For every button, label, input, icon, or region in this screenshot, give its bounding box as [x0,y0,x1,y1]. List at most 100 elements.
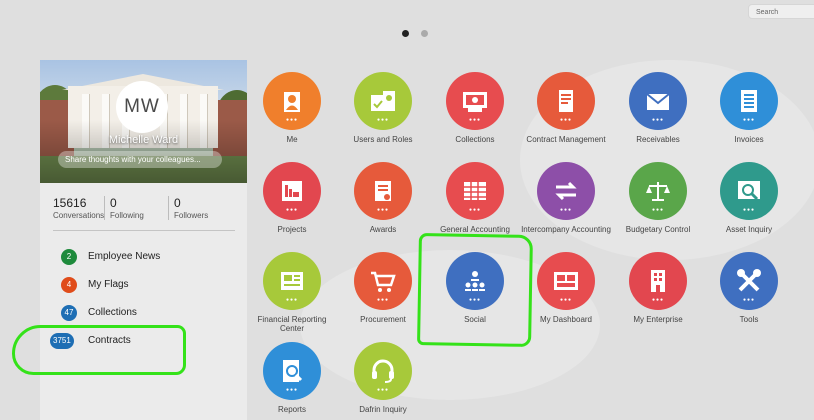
app-label: Users and Roles [353,135,413,144]
app-general-accounting-circle[interactable]: ●●● [446,162,504,220]
app-label: Awards [369,225,397,234]
page-indicator [402,30,428,37]
invoice-icon [741,90,757,112]
app-label: Asset Inquiry [725,225,773,234]
contract-icon [559,90,573,112]
app-users-and-roles[interactable]: ●●● Users and Roles [338,72,428,144]
profile-name[interactable]: Michelle Ward [40,134,247,146]
menu-item-label: Collections [88,307,137,318]
menu-item-label: Employee News [88,251,161,262]
app-me[interactable]: ●●● Me [247,72,337,144]
app-budgetary-circle[interactable]: ●●● [629,162,687,220]
app-intercompany-circle[interactable]: ●●● [537,162,595,220]
award-icon [375,181,391,201]
app-awards[interactable]: ●●● Awards [338,162,428,234]
more-dots-icon: ●●● [468,207,482,213]
app-collections-circle[interactable]: ●●● [446,72,504,130]
report-center-icon [281,272,303,290]
more-dots-icon: ●●● [651,207,665,213]
app-my-dashboard-circle[interactable]: ●●● [537,252,595,310]
highlight-annotation-social [417,233,533,347]
stat-label: Conversations [53,211,105,220]
app-label: Procurement [360,315,406,324]
app-asset-inquiry[interactable]: ●●● Asset Inquiry [704,162,794,234]
more-dots-icon: ●●● [742,207,756,213]
stat-conversations[interactable]: 15616 Conversations [40,196,104,220]
avatar[interactable]: MW [116,81,168,133]
stat-label: Following [110,211,144,220]
more-dots-icon: ●●● [559,117,573,123]
more-dots-icon: ●●● [376,387,390,393]
app-receivables[interactable]: ●●● Receivables [613,72,703,144]
app-users-roles-circle[interactable]: ●●● [354,72,412,130]
app-financial-reporting-center[interactable]: ●●● Financial Reporting Center [247,252,337,333]
menu-item-employee-news[interactable]: 2 Employee News [40,249,247,277]
more-dots-icon: ●●● [651,297,665,303]
app-contract-management[interactable]: ●●● Contract Management [521,72,611,144]
app-label: Invoices [734,135,764,144]
app-my-dashboard[interactable]: ●●● My Dashboard [521,252,611,324]
app-projects-circle[interactable]: ●●● [263,162,321,220]
app-asset-inquiry-circle[interactable]: ●●● [720,162,778,220]
app-label: Tools [739,315,759,324]
app-intercompany-accounting[interactable]: ●●● Intercompany Accounting [521,162,611,234]
app-contract-circle[interactable]: ●●● [537,72,595,130]
tools-icon [737,269,761,292]
divider [53,230,235,231]
app-reports-circle[interactable]: ●●● [263,342,321,400]
stat-following[interactable]: 0 Following [104,196,168,220]
app-dafrin-inquiry-circle[interactable]: ●●● [354,342,412,400]
enterprise-icon [651,270,665,292]
more-dots-icon: ●●● [742,297,756,303]
app-label: My Dashboard [539,315,593,324]
app-reports[interactable]: ●●● Reports [247,342,337,414]
app-financial-reporting-circle[interactable]: ●●● [263,252,321,310]
more-dots-icon: ●●● [285,297,299,303]
person-icon [284,92,300,112]
app-label: My Enterprise [633,315,683,324]
app-me-circle[interactable]: ●●● [263,72,321,130]
menu-item-my-flags[interactable]: 4 My Flags [40,277,247,305]
app-awards-circle[interactable]: ●●● [354,162,412,220]
app-tools[interactable]: ●●● Tools [704,252,794,324]
headset-icon [372,359,394,383]
share-input[interactable]: Share thoughts with your colleagues... [58,151,222,168]
app-my-enterprise-circle[interactable]: ●●● [629,252,687,310]
dashboard-icon [554,272,578,290]
page-dot-2[interactable] [421,30,428,37]
more-dots-icon: ●●● [285,207,299,213]
page-dot-1[interactable] [402,30,409,37]
cover-photo: MW Michelle Ward Share thoughts with you… [40,60,247,183]
app-collections[interactable]: ●●● Collections [430,72,520,144]
app-procurement-circle[interactable]: ●●● [354,252,412,310]
app-invoices[interactable]: ●●● Invoices [704,72,794,144]
envelope-icon [646,93,670,110]
app-budgetary-control[interactable]: ●●● Budgetary Control [613,162,703,234]
reports-icon [283,360,303,382]
more-dots-icon: ●●● [376,207,390,213]
app-projects[interactable]: ●●● Projects [247,162,337,234]
stat-followers[interactable]: 0 Followers [168,196,232,220]
collections-icon [463,92,487,112]
app-receivables-circle[interactable]: ●●● [629,72,687,130]
app-general-accounting[interactable]: ●●● General Accounting [430,162,520,234]
app-dafrin-inquiry[interactable]: ●●● Dafrin Inquiry [338,342,428,414]
app-label: Intercompany Accounting [521,225,611,234]
count-badge: 4 [61,277,77,293]
app-label: Financial Reporting Center [257,315,327,333]
count-badge: 47 [61,305,77,321]
highlight-annotation-contracts [12,325,186,375]
app-label: Contract Management [526,135,606,144]
asset-icon [738,181,760,201]
users-roles-icon [371,91,395,111]
app-tools-circle[interactable]: ●●● [720,252,778,310]
app-procurement[interactable]: ●●● Procurement [338,252,428,324]
app-label: Reports [277,405,306,414]
app-invoices-circle[interactable]: ●●● [720,72,778,130]
more-dots-icon: ●●● [285,387,299,393]
app-label: Projects [277,225,307,234]
stat-value: 0 [174,196,181,210]
search-input[interactable]: Search [748,4,814,19]
app-label: Dafrin Inquiry [359,405,407,414]
app-my-enterprise[interactable]: ●●● My Enterprise [613,252,703,324]
